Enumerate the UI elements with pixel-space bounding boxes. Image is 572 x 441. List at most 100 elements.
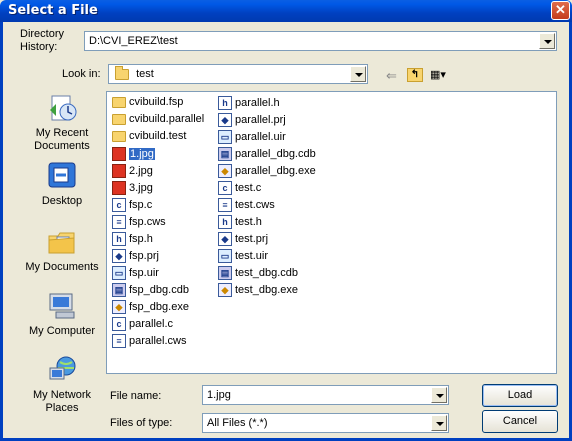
file-list-item[interactable]: cvibuild.test <box>112 130 186 147</box>
window-title: Select a File <box>8 3 98 18</box>
file-name-text: test.cws <box>235 199 275 211</box>
file-name-text: fsp.h <box>129 233 153 245</box>
file-list-item[interactable]: h fsp.h <box>112 232 153 249</box>
file-list-item[interactable]: 1.jpg <box>112 147 155 164</box>
cancel-button[interactable]: Cancel <box>482 410 558 433</box>
file-list-item[interactable]: 2.jpg <box>112 164 153 181</box>
file-list-item[interactable]: ▭ parallel.uir <box>218 130 286 147</box>
file-name-text: fsp.uir <box>129 267 159 279</box>
file-name-text: test.c <box>235 182 262 194</box>
cdb-file-icon: ▤ <box>218 147 232 161</box>
chevron-down-icon[interactable] <box>431 415 447 431</box>
place-label-line2: Documents <box>34 140 90 152</box>
folder-file-icon <box>112 130 126 142</box>
file-list-item[interactable]: c parallel.c <box>112 317 173 334</box>
file-name-text: 1.jpg <box>129 148 155 160</box>
place-label-line1: My Documents <box>25 261 99 273</box>
place-my-recent-documents[interactable]: My Recent Documents <box>20 92 104 153</box>
chevron-down-icon[interactable] <box>431 387 447 403</box>
file-list-item[interactable]: ≡ test.cws <box>218 198 275 215</box>
uir-file-icon: ▭ <box>218 130 232 144</box>
look-in-dropdown[interactable]: test <box>108 64 368 84</box>
look-in-value-wrap: test <box>115 65 154 80</box>
file-name-text: test.h <box>235 216 262 228</box>
cdb-file-icon: ▤ <box>218 266 232 280</box>
look-in-label: Look in: <box>62 68 101 80</box>
file-name-text: 3.jpg <box>129 182 153 194</box>
file-name-text: parallel_dbg.exe <box>235 165 316 177</box>
file-name-text: fsp_dbg.cdb <box>129 284 189 296</box>
up-folder-icon[interactable]: ↰ <box>407 68 423 82</box>
file-list[interactable]: cvibuild.fsp cvibuild.parallel cvibuild.te… <box>106 91 557 374</box>
file-list-item[interactable]: ◆ test.prj <box>218 232 268 249</box>
folder-file-icon <box>112 113 126 125</box>
load-button[interactable]: Load <box>482 384 558 407</box>
file-name-value: 1.jpg <box>207 389 231 401</box>
close-button[interactable]: ✕ <box>551 1 570 20</box>
directory-history-label-line1: Directory <box>20 28 65 40</box>
file-list-item[interactable]: ▤ parallel_dbg.cdb <box>218 147 316 164</box>
folder-icon <box>115 65 129 80</box>
directory-history-label-line2: History: <box>20 41 58 53</box>
file-list-item[interactable]: ≡ parallel.cws <box>112 334 186 351</box>
file-list-item[interactable]: h test.h <box>218 215 262 232</box>
file-list-item[interactable]: 3.jpg <box>112 181 153 198</box>
file-name-text: fsp.c <box>129 199 153 211</box>
file-list-item[interactable]: ◆ parallel.prj <box>218 113 286 130</box>
place-my-computer[interactable]: My Computer <box>20 290 104 338</box>
network-places-icon <box>46 354 78 386</box>
file-list-item[interactable]: h parallel.h <box>218 96 280 113</box>
cws-file-icon: ≡ <box>112 215 126 229</box>
file-type-value: All Files (*.*) <box>207 417 268 429</box>
prj-file-icon: ◆ <box>218 232 232 246</box>
cws-file-icon: ≡ <box>218 198 232 212</box>
h-file-icon: h <box>112 232 126 246</box>
file-name-label: File name: <box>110 390 162 402</box>
file-name-text: parallel_dbg.cdb <box>235 148 316 160</box>
file-list-item[interactable]: ▭ fsp.uir <box>112 266 159 283</box>
file-name-text: test_dbg.cdb <box>235 267 298 279</box>
directory-history-label: Directory History: <box>20 28 64 54</box>
place-desktop[interactable]: Desktop <box>20 160 104 208</box>
prj-file-icon: ◆ <box>112 249 126 263</box>
file-list-item[interactable]: ▭ test.uir <box>218 249 268 266</box>
file-list-item[interactable]: ◆ test_dbg.exe <box>218 283 298 300</box>
folder-file-icon <box>112 96 126 108</box>
title-bar: Select a File ✕ <box>0 0 572 22</box>
file-name-text: test.uir <box>235 250 269 262</box>
place-label-line1: My Computer <box>28 325 96 337</box>
file-type-dropdown[interactable]: All Files (*.*) <box>202 413 449 433</box>
file-list-item[interactable]: ≡ fsp.cws <box>112 215 166 232</box>
file-list-item[interactable]: ▤ fsp_dbg.cdb <box>112 283 189 300</box>
file-name-text: fsp.cws <box>129 216 166 228</box>
directory-history-dropdown[interactable]: D:\CVI_EREZ\test <box>84 31 557 51</box>
file-name-input[interactable]: 1.jpg <box>202 385 449 405</box>
exe-file-icon: ◆ <box>112 300 126 314</box>
chevron-down-icon[interactable] <box>350 66 366 82</box>
file-name-text: 2.jpg <box>129 165 153 177</box>
file-name-text: fsp_dbg.exe <box>129 301 189 313</box>
jpg-file-icon <box>112 164 126 178</box>
place-my-documents[interactable]: My Documents <box>20 226 104 274</box>
back-arrow-icon[interactable]: ⇐ <box>386 68 397 83</box>
file-list-item[interactable]: cvibuild.parallel <box>112 113 204 130</box>
c-file-icon: c <box>218 181 232 195</box>
place-my-network-places[interactable]: My Network Places <box>20 354 104 415</box>
file-name-text: parallel.h <box>235 97 280 109</box>
c-file-icon: c <box>112 198 126 212</box>
window-frame-left <box>0 22 3 441</box>
file-name-text: parallel.prj <box>235 114 286 126</box>
file-list-item[interactable]: ◆ fsp_dbg.exe <box>112 300 189 317</box>
file-name-text: cvibuild.fsp <box>129 96 184 109</box>
view-menu-icon[interactable]: ▦▾ <box>430 68 446 82</box>
file-list-item[interactable]: ▤ test_dbg.cdb <box>218 266 298 283</box>
file-list-item[interactable]: ◆ parallel_dbg.exe <box>218 164 316 181</box>
file-list-item[interactable]: cvibuild.fsp <box>112 96 183 113</box>
file-name-text: test_dbg.exe <box>235 284 298 296</box>
my-documents-icon <box>46 226 78 258</box>
file-name-text: cvibuild.test <box>129 130 187 143</box>
chevron-down-icon[interactable] <box>539 33 555 49</box>
file-list-item[interactable]: ◆ fsp.prj <box>112 249 159 266</box>
file-list-item[interactable]: c test.c <box>218 181 261 198</box>
file-list-item[interactable]: c fsp.c <box>112 198 152 215</box>
